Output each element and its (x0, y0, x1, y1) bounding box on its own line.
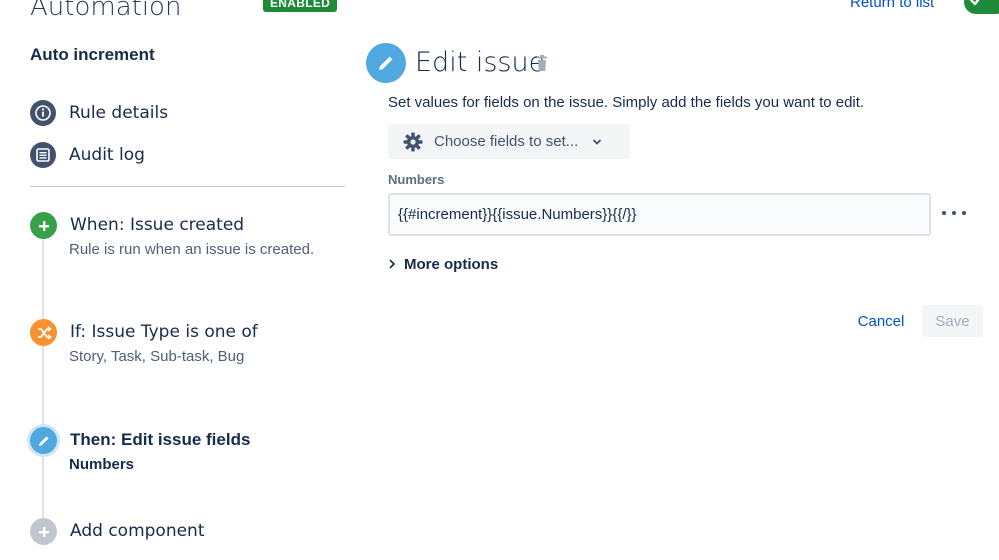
sidebar-divider (30, 186, 345, 187)
chevron-down-icon (593, 138, 602, 145)
step-title: Add component (70, 521, 205, 541)
cancel-button[interactable]: Cancel (845, 305, 917, 337)
add-component-button[interactable]: Add component (30, 518, 330, 548)
list-icon (30, 142, 56, 168)
step-subtitle: Story, Task, Sub-task, Bug (69, 348, 245, 365)
step-subtitle: Rule is run when an issue is created. (69, 241, 315, 258)
more-options-toggle[interactable]: More options (388, 254, 498, 274)
numbers-field-input[interactable] (388, 193, 931, 236)
step-condition-issue-type[interactable]: If: Issue Type is one of Story, Task, Su… (30, 319, 330, 369)
rule-name: Auto increment (30, 45, 155, 64)
check-icon (969, 0, 980, 6)
app-title: Automation (30, 0, 182, 22)
more-actions-icon[interactable] (942, 203, 966, 223)
step-subtitle: Numbers (69, 456, 135, 473)
rule-enabled-toggle[interactable] (964, 0, 999, 14)
pencil-icon (366, 43, 406, 83)
status-badge: ENABLED (263, 0, 338, 12)
plus-icon (30, 518, 57, 545)
timeline-line (42, 235, 44, 535)
editor-title: Edit issue (415, 47, 546, 78)
step-trigger-issue-created[interactable]: When: Issue created Rule is run when an … (30, 212, 330, 262)
chevron-right-icon (389, 259, 396, 269)
nav-label: Audit log (69, 145, 145, 165)
choose-fields-dropdown[interactable]: Choose fields to set... (388, 124, 630, 159)
step-action-edit-issue[interactable]: Then: Edit issue fields Numbers (30, 427, 330, 477)
pencil-icon (30, 427, 57, 454)
nav-label: Rule details (69, 103, 169, 123)
shuffle-icon (30, 319, 57, 346)
step-title: When: Issue created (70, 215, 245, 235)
return-to-list-link[interactable]: Return to list (850, 0, 934, 11)
editor-description: Set values for fields on the issue. Simp… (388, 94, 865, 111)
trash-icon[interactable] (534, 55, 550, 73)
choose-fields-label: Choose fields to set... (434, 133, 579, 150)
numbers-field-label: Numbers (388, 172, 445, 187)
step-title: Then: Edit issue fields (70, 430, 251, 449)
plus-icon (30, 212, 57, 239)
gear-icon (403, 132, 423, 151)
info-icon (30, 100, 56, 126)
nav-rule-details[interactable]: Rule details (30, 99, 168, 127)
more-options-label: More options (404, 255, 499, 273)
nav-audit-log[interactable]: Audit log (30, 141, 145, 169)
save-button[interactable]: Save (922, 305, 983, 337)
step-title: If: Issue Type is one of (70, 322, 258, 342)
